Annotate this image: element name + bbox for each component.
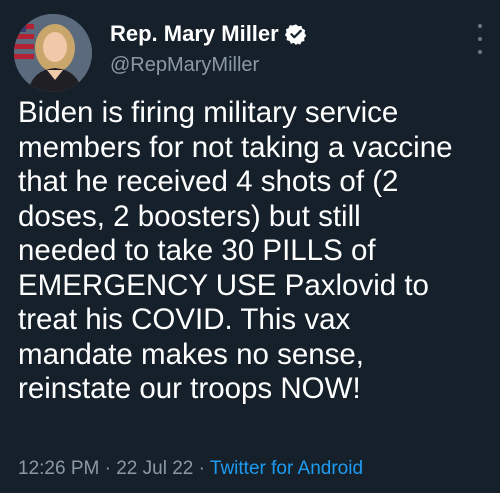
tweet-time[interactable]: 12:26 PM [18, 458, 99, 479]
tweet-source[interactable]: Twitter for Android [210, 458, 363, 479]
name-row: Rep. Mary Miller [110, 20, 460, 48]
meta-separator: · [99, 458, 117, 479]
tweet-date[interactable]: 22 Jul 22 [116, 458, 193, 479]
profile-photo-icon [14, 14, 92, 92]
handle[interactable]: @RepMaryMiller [110, 54, 460, 77]
tweet-text: Biden is firing military service members… [18, 96, 453, 405]
more-vertical-icon[interactable] [470, 24, 490, 54]
verified-badge-icon [284, 23, 307, 45]
author-info: Rep. Mary Miller @RepMaryMiller [110, 20, 460, 77]
display-name[interactable]: Rep. Mary Miller [110, 21, 279, 47]
tweet-card: Rep. Mary Miller @RepMaryMiller Biden is… [0, 0, 500, 493]
tweet-meta: 12:26 PM · 22 Jul 22 · Twitter for Andro… [18, 458, 363, 480]
meta-separator-2: · [193, 458, 210, 479]
avatar[interactable] [14, 14, 92, 92]
